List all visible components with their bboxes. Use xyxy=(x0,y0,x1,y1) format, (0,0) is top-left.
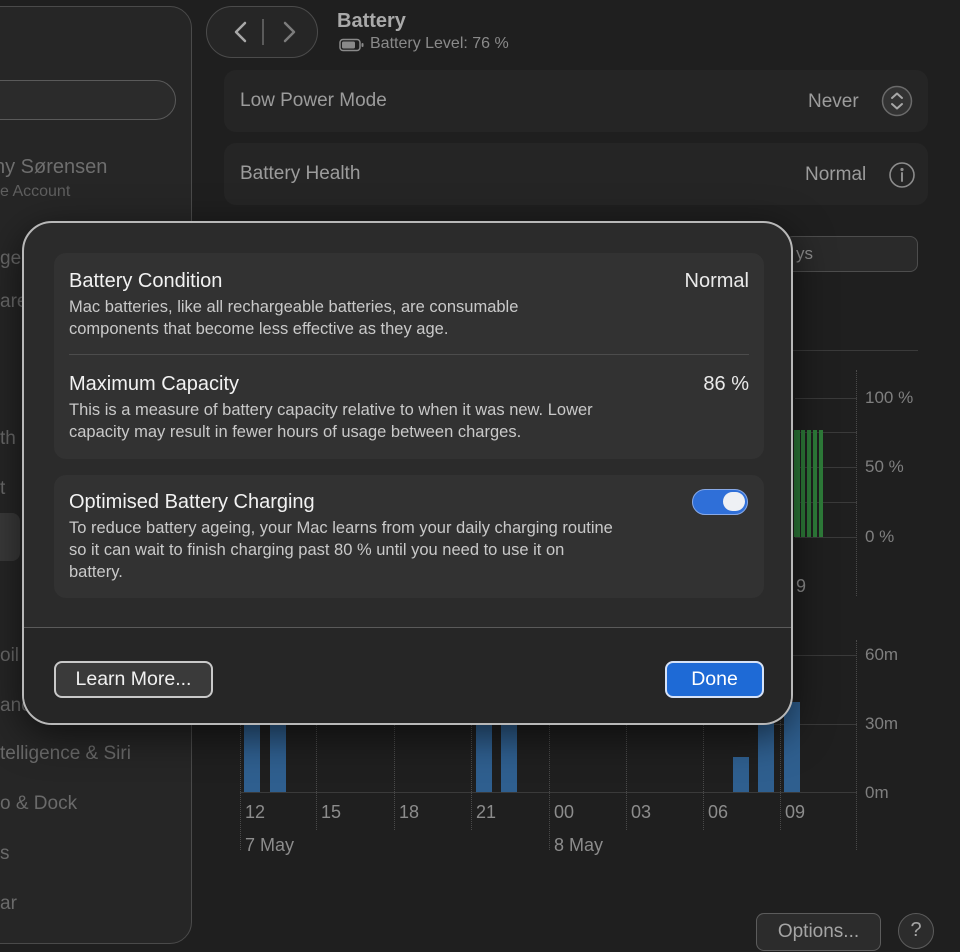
battery-level-bar xyxy=(801,430,805,537)
optimised-charging-toggle[interactable] xyxy=(692,489,748,515)
date-label: 8 May xyxy=(554,835,604,855)
battery-condition-value: Normal xyxy=(684,270,749,292)
chevron-left-icon xyxy=(234,21,247,43)
battery-info-group: Battery Condition Normal Mac batteries, … xyxy=(54,253,764,459)
page-title: Battery xyxy=(337,10,406,32)
maximum-capacity-value: 86 % xyxy=(703,373,749,395)
usage-bar xyxy=(501,722,517,792)
gridline xyxy=(856,640,857,850)
popup-stepper-icon[interactable] xyxy=(881,85,913,117)
chevron-right-icon xyxy=(283,21,296,43)
toggle-knob xyxy=(723,492,745,511)
y-axis-label: 0m xyxy=(865,783,889,802)
description-line: Mac batteries, like all rechargeable bat… xyxy=(69,298,519,316)
x-axis-label: 03 xyxy=(631,802,652,822)
sidebar-item-desktop-dock[interactable]: o & Dock xyxy=(0,793,77,815)
y-axis-label: 30m xyxy=(865,714,899,733)
time-range-segmented-control[interactable]: ys xyxy=(785,236,918,272)
segment-label-partial: ys xyxy=(796,244,813,263)
learn-more-button[interactable]: Learn More... xyxy=(54,661,213,698)
x-axis-label: 12 xyxy=(245,802,266,822)
description-line: so it can wait to finish charging past 8… xyxy=(69,541,565,559)
description-line: This is a measure of battery capacity re… xyxy=(69,401,593,419)
y-axis-label: 50 % xyxy=(865,457,904,476)
low-power-mode-value[interactable]: Never xyxy=(808,91,859,113)
date-label: 7 May xyxy=(245,835,295,855)
nav-divider xyxy=(262,19,264,45)
y-axis-label: 0 % xyxy=(865,527,895,546)
description-line: components that become less effective as… xyxy=(69,320,449,338)
optimised-charging-description: To reduce battery ageing, your Mac learn… xyxy=(69,517,613,583)
maximum-capacity-title: Maximum Capacity xyxy=(69,373,240,395)
done-button[interactable]: Done xyxy=(665,661,764,698)
optimised-charging-group: Optimised Battery Charging To reduce bat… xyxy=(54,475,764,598)
info-icon[interactable] xyxy=(888,161,916,189)
usage-bar xyxy=(733,757,749,792)
battery-level-bar xyxy=(813,430,817,537)
battery-level-status: Battery Level: 76 % xyxy=(370,35,509,52)
gridline xyxy=(795,537,857,538)
x-axis-label: 15 xyxy=(321,802,342,822)
y-axis-label: 60m xyxy=(865,645,899,664)
navigation-buttons xyxy=(206,6,318,58)
x-axis-label-partial: 9 xyxy=(796,576,807,596)
usage-bar xyxy=(476,722,492,792)
optimised-charging-title: Optimised Battery Charging xyxy=(69,491,315,513)
low-power-mode-label: Low Power Mode xyxy=(240,90,387,111)
description-line: To reduce battery ageing, your Mac learn… xyxy=(69,519,613,537)
description-line: capacity may result in fewer hours of us… xyxy=(69,423,522,441)
description-line: battery. xyxy=(69,563,123,581)
sidebar-item-apple-intelligence-siri[interactable]: telligence & Siri xyxy=(0,743,131,765)
sidebar-item-partial[interactable]: ge xyxy=(0,248,21,270)
battery-icon xyxy=(339,38,364,52)
y-axis-label: 100 % xyxy=(865,388,914,407)
battery-condition-description: Mac batteries, like all rechargeable bat… xyxy=(69,296,518,340)
battery-condition-title: Battery Condition xyxy=(69,270,223,292)
usage-bar xyxy=(758,722,774,792)
sidebar-user-subtitle: e Account xyxy=(0,183,71,200)
battery-health-label: Battery Health xyxy=(240,163,361,184)
usage-bar xyxy=(270,722,286,792)
x-axis-label: 21 xyxy=(476,802,497,822)
sidebar-selected-highlight xyxy=(0,513,20,561)
sheet-footer: Learn More... Done xyxy=(24,627,791,723)
divider xyxy=(69,354,749,355)
battery-health-value: Normal xyxy=(805,164,867,185)
sidebar-search-field[interactable] xyxy=(0,80,176,120)
sidebar-user-name[interactable]: ny Sørensen xyxy=(0,156,107,179)
sidebar-item-partial[interactable]: th xyxy=(0,428,16,450)
maximum-capacity-description: This is a measure of battery capacity re… xyxy=(69,399,593,443)
back-button[interactable] xyxy=(221,18,261,46)
sidebar-item-partial[interactable]: t xyxy=(0,478,5,500)
help-button[interactable]: ? xyxy=(898,913,934,949)
battery-level-bar xyxy=(819,430,823,537)
battery-level-bar xyxy=(794,430,800,537)
battery-health-sheet: Battery Condition Normal Mac batteries, … xyxy=(22,221,793,725)
x-axis-label: 06 xyxy=(708,802,729,822)
usage-bar xyxy=(244,722,260,792)
gridline xyxy=(856,370,857,596)
x-axis-label: 00 xyxy=(554,802,575,822)
sidebar-item-partial[interactable]: oil xyxy=(0,645,19,667)
sidebar-item-partial[interactable]: ar xyxy=(0,893,17,915)
gridline xyxy=(795,398,857,399)
options-button[interactable]: Options... xyxy=(756,913,881,951)
battery-level-bar xyxy=(807,430,811,537)
forward-button[interactable] xyxy=(269,18,309,46)
x-axis-label: 09 xyxy=(785,802,806,822)
x-axis-label: 18 xyxy=(399,802,420,822)
sidebar-item-partial[interactable]: s xyxy=(0,843,10,865)
